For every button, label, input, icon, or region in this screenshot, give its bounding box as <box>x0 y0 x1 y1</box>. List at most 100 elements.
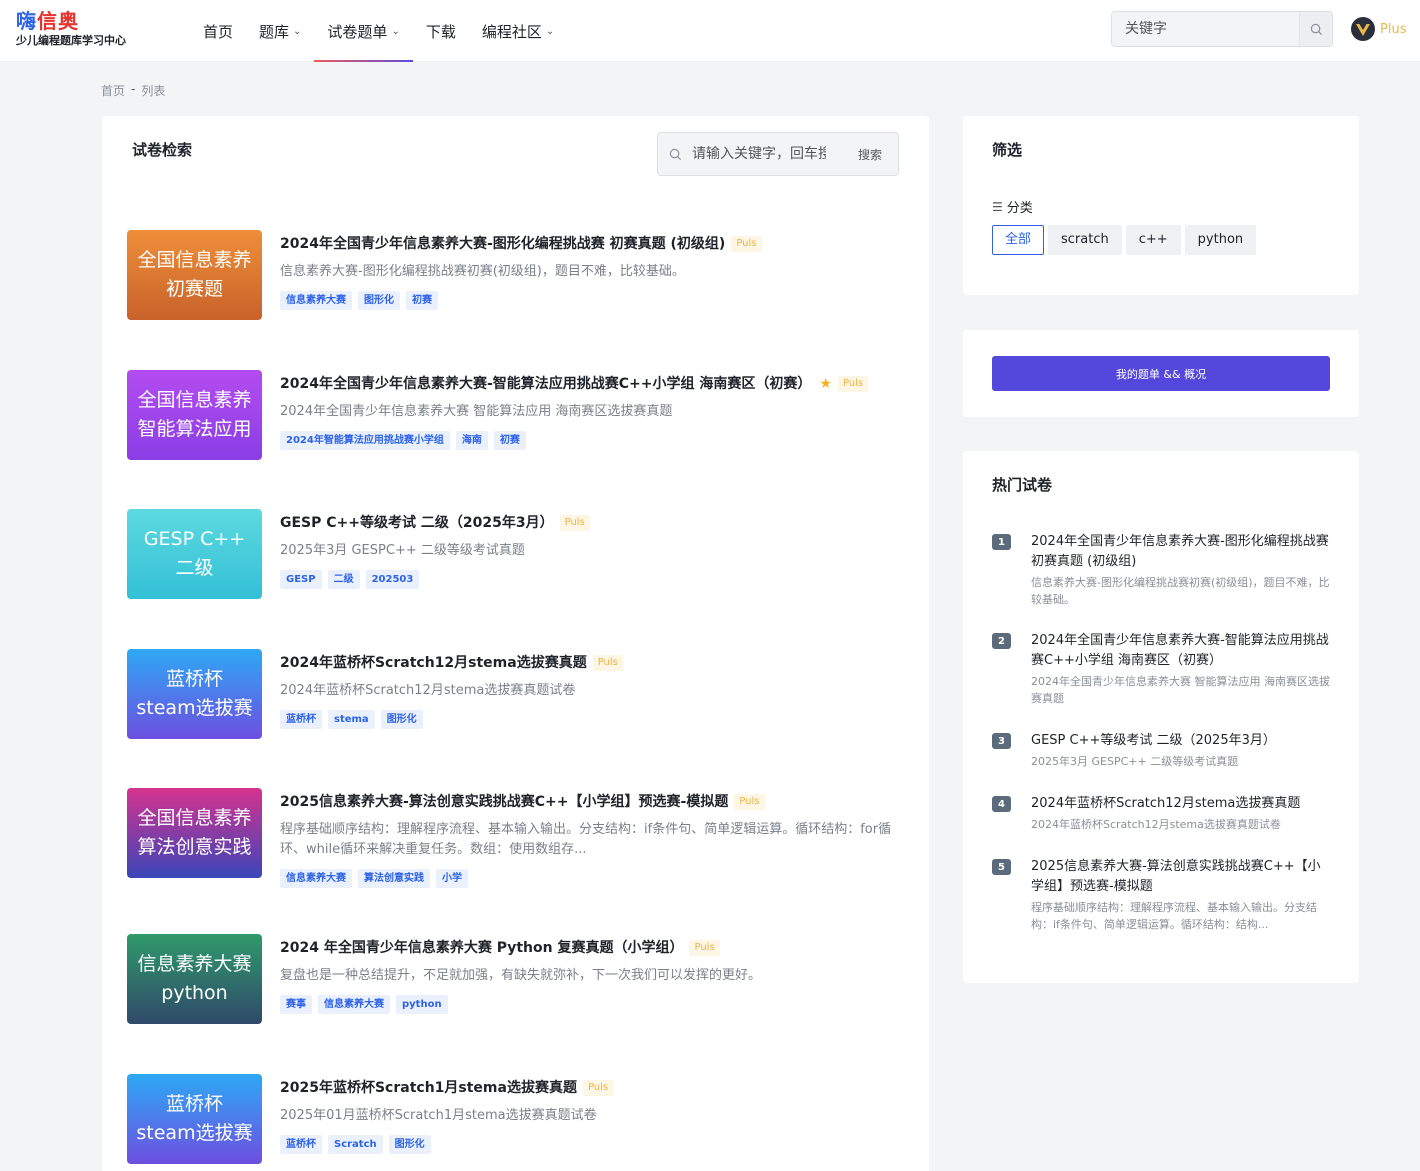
thumbnail-text: 蓝桥杯 <box>165 668 223 690</box>
hot-paper-description: 程序基础顺序结构：理解程序流程、基本输入输出。分支结构：if条件句、简单逻辑运算… <box>1031 901 1317 931</box>
paper-title-row: 2024年全国青少年信息素养大赛-图形化编程挑战赛 初赛真题 (初级组) Puls <box>280 230 900 258</box>
paper-description: 复盘也是一种总结提升，不足就加强，有缺失就弥补，下一次我们可以发挥的更好。 <box>280 968 762 983</box>
tag[interactable]: 初赛 <box>406 291 438 310</box>
paper-description: 2025年01月蓝桥杯Scratch1月stema选拔赛真题试卷 <box>280 1108 597 1123</box>
paper-thumbnail[interactable]: GESP C++ 二级 <box>127 509 262 599</box>
paper-thumbnail[interactable]: 蓝桥杯 steam选拔赛 <box>127 649 262 739</box>
nav-item-download[interactable]: 下载 <box>413 0 469 62</box>
header-search-input[interactable] <box>1112 12 1299 46</box>
tag[interactable]: stema <box>328 710 375 729</box>
tag[interactable]: 图形化 <box>388 1135 431 1154</box>
puls-badge: Puls <box>689 940 720 956</box>
tag[interactable]: 信息素养大赛 <box>318 995 390 1014</box>
tag[interactable]: 202503 <box>365 570 420 589</box>
paper-title-row: GESP C++等级考试 二级（2025年3月） Puls <box>280 509 900 537</box>
paper-description: 2024年蓝桥杯Scratch12月stema选拔赛真题试卷 <box>280 683 576 698</box>
paper-title[interactable]: 2024年蓝桥杯Scratch12月stema选拔赛真题 <box>280 649 587 677</box>
breadcrumb-current: 列表 <box>141 84 166 98</box>
paper-thumbnail[interactable]: 蓝桥杯 steam选拔赛 <box>127 1074 262 1164</box>
paper-title-row: 2024 年全国青少年信息素养大赛 Python 复赛真题（小学组） Puls <box>280 934 900 962</box>
tag[interactable]: 二级 <box>327 570 360 589</box>
nav-item-papers[interactable]: 试卷题单 ⌄ <box>314 0 414 62</box>
paper-item[interactable]: 信息素养大赛 python 2024 年全国青少年信息素养大赛 Python 复赛真… <box>127 934 907 1026</box>
paper-title[interactable]: 2024年全国青少年信息素养大赛-图形化编程挑战赛 初赛真题 (初级组) <box>280 230 725 258</box>
tag[interactable]: 图形化 <box>358 291 400 310</box>
header-search <box>1111 11 1333 47</box>
paper-item[interactable]: GESP C++ 二级 GESP C++等级考试 二级（2025年3月） Puls 20… <box>127 509 907 601</box>
category-filters: 全部 scratch c++ python <box>992 225 1257 255</box>
thumbnail-text: 全国信息素养 <box>137 249 252 271</box>
thumbnail-text: 二级 <box>175 557 214 579</box>
rank-badge: 4 <box>992 796 1011 812</box>
chevron-down-icon: ⌄ <box>293 25 302 37</box>
paper-title-row: 2025年蓝桥杯Scratch1月stema选拔赛真题 Puls <box>280 1074 900 1102</box>
paper-title-row: 2024年蓝桥杯Scratch12月stema选拔赛真题 Puls <box>280 649 900 677</box>
hot-paper-title[interactable]: 2025信息素养大赛-算法创意实践挑战赛C++【小学组】预选赛-模拟题 <box>1031 857 1330 897</box>
tag[interactable]: 信息素养大赛 <box>280 291 352 310</box>
hot-paper-description: 2024年全国青少年信息素养大赛 智能算法应用 海南赛区选拔赛真题 <box>1031 675 1330 705</box>
hot-paper-title[interactable]: GESP C++等级考试 二级（2025年3月） <box>1031 731 1330 751</box>
paper-search-input[interactable] <box>686 146 826 162</box>
filter-panel: 筛选 ☰ 分类 全部 scratch c++ python <box>963 116 1359 295</box>
my-lists-panel: 我的题单 && 概况 <box>963 330 1359 417</box>
paper-title[interactable]: 2024 年全国青少年信息素养大赛 Python 复赛真题（小学组） <box>280 934 683 962</box>
tag[interactable]: 2024年智能算法应用挑战赛小学组 <box>280 431 450 450</box>
hot-paper-title[interactable]: 2024年蓝桥杯Scratch12月stema选拔赛真题 <box>1031 794 1330 814</box>
tag[interactable]: 图形化 <box>380 710 423 729</box>
paper-thumbnail[interactable]: 全国信息素养 智能算法应用 <box>127 370 262 460</box>
plus-membership[interactable]: Plus <box>1350 16 1406 42</box>
tag[interactable]: 蓝桥杯 <box>280 1135 322 1154</box>
paper-thumbnail[interactable]: 全国信息素养 初赛题 <box>127 230 262 320</box>
site-logo[interactable]: 嗨信奥 少儿编程题库学习中心 <box>16 9 146 53</box>
thumbnail-text: steam选拔赛 <box>136 697 253 719</box>
thumbnail-text: python <box>161 982 228 1004</box>
paper-title[interactable]: 2025信息素养大赛-算法创意实践挑战赛C++【小学组】预选赛-模拟题 <box>280 788 728 816</box>
hot-paper-title[interactable]: 2024年全国青少年信息素养大赛-图形化编程挑战赛 初赛真题 (初级组) <box>1031 532 1330 572</box>
paper-item[interactable]: 蓝桥杯 steam选拔赛 2024年蓝桥杯Scratch12月stema选拔赛真题 P… <box>127 649 907 741</box>
tag[interactable]: 初赛 <box>493 431 526 450</box>
breadcrumb-separator: - <box>131 82 136 96</box>
top-header: 嗨信奥 少儿编程题库学习中心 首页 题库⌄ 试卷题单⌄ 下载 编程社区⌄ Plu… <box>0 0 1420 62</box>
filter-option[interactable]: python <box>1184 225 1257 255</box>
tag[interactable]: 海南 <box>455 431 488 450</box>
paper-thumbnail[interactable]: 信息素养大赛 python <box>127 934 262 1024</box>
my-lists-button[interactable]: 我的题单 && 概况 <box>992 356 1330 391</box>
paper-item[interactable]: 蓝桥杯 steam选拔赛 2025年蓝桥杯Scratch1月stema选拔赛真题 Pu… <box>127 1074 907 1166</box>
header-search-button[interactable] <box>1299 12 1332 46</box>
nav-item-community[interactable]: 编程社区 ⌄ <box>469 0 567 62</box>
paper-search: 搜索 <box>657 132 899 176</box>
puls-badge: Puls <box>559 515 590 531</box>
search-icon <box>1310 23 1322 35</box>
filter-option[interactable]: 全部 <box>992 225 1045 255</box>
filter-option[interactable]: c++ <box>1125 225 1181 255</box>
paper-tags: GESP 二级 202503 <box>280 570 900 589</box>
paper-description: 2025年3月 GESPC++ 二级等级考试真题 <box>280 543 525 558</box>
puls-badge: Puls <box>837 376 869 392</box>
nav-item-home[interactable]: 首页 <box>190 0 246 62</box>
paper-item[interactable]: 全国信息素养 初赛题 2024年全国青少年信息素养大赛-图形化编程挑战赛 初赛真题 … <box>127 230 907 322</box>
tag[interactable]: 赛事 <box>280 995 312 1014</box>
tag[interactable]: 算法创意实践 <box>358 869 430 888</box>
rank-badge: 3 <box>992 733 1011 749</box>
paper-title[interactable]: 2024年全国青少年信息素养大赛-智能算法应用挑战赛C++小学组 海南赛区（初赛… <box>280 370 811 398</box>
tag[interactable]: 蓝桥杯 <box>280 710 322 729</box>
hot-paper-title[interactable]: 2024年全国青少年信息素养大赛-智能算法应用挑战赛C++小学组 海南赛区（初赛… <box>1031 631 1330 671</box>
breadcrumb-home[interactable]: 首页 <box>101 82 125 99</box>
tag[interactable]: 信息素养大赛 <box>280 869 352 888</box>
list-icon: ☰ <box>992 199 1003 214</box>
hot-paper-description: 信息素养大赛-图形化编程挑战赛初赛(初级组)，题目不难，比较基础。 <box>1031 576 1330 606</box>
tag[interactable]: python <box>396 995 448 1014</box>
paper-search-button[interactable]: 搜索 <box>858 146 882 163</box>
paper-title[interactable]: 2025年蓝桥杯Scratch1月stema选拔赛真题 <box>280 1074 577 1102</box>
hot-paper-description: 2025年3月 GESPC++ 二级等级考试真题 <box>1031 755 1239 768</box>
paper-item[interactable]: 全国信息素养 算法创意实践 2025信息素养大赛-算法创意实践挑战赛C++【小学组】… <box>127 788 907 888</box>
tag[interactable]: 小学 <box>436 869 468 888</box>
tag[interactable]: GESP <box>280 570 322 589</box>
nav-item-question-bank[interactable]: 题库 ⌄ <box>246 0 314 62</box>
paper-thumbnail[interactable]: 全国信息素养 算法创意实践 <box>127 788 262 878</box>
paper-item[interactable]: 全国信息素养 智能算法应用 2024年全国青少年信息素养大赛-智能算法应用挑战赛C+… <box>127 370 907 462</box>
paper-title[interactable]: GESP C++等级考试 二级（2025年3月） <box>280 509 554 537</box>
tag[interactable]: Scratch <box>328 1135 383 1154</box>
thumbnail-text: 智能算法应用 <box>137 418 252 440</box>
filter-option[interactable]: scratch <box>1048 225 1122 255</box>
